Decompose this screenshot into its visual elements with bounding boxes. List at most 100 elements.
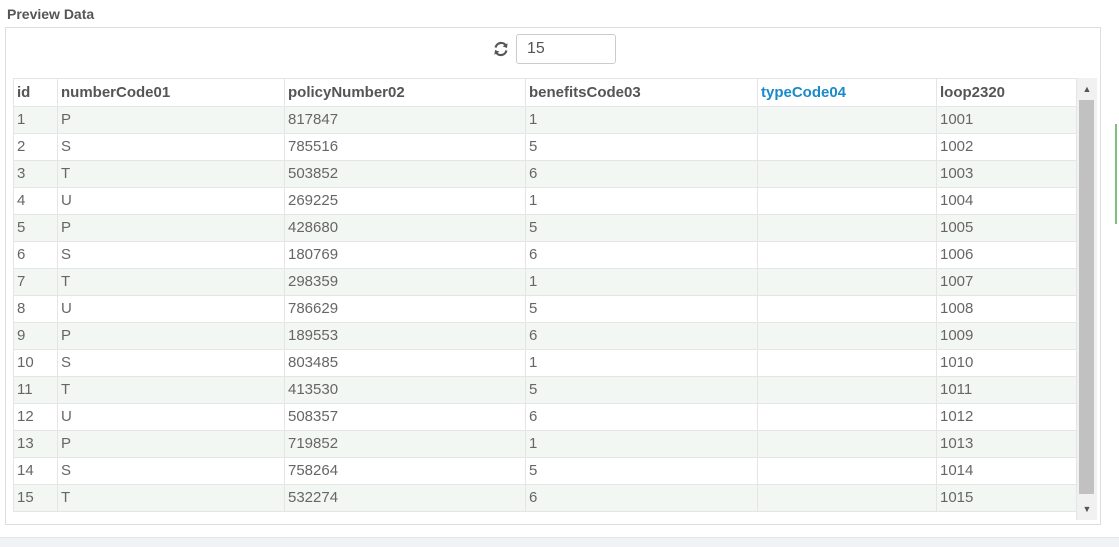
column-header-numbercode01[interactable]: numberCode01	[57, 79, 285, 107]
cell-loop2320: 1004	[936, 187, 1077, 215]
cell-id: 13	[13, 430, 58, 458]
cell-typecode04	[757, 349, 937, 377]
column-header-benefitscode03[interactable]: benefitsCode03	[525, 79, 758, 107]
cell-numbercode01: T	[57, 484, 285, 512]
cell-id: 5	[13, 214, 58, 242]
cell-loop2320: 1006	[936, 241, 1077, 269]
cell-benefitscode03: 1	[525, 268, 758, 296]
cell-policynumber02: 413530	[284, 376, 526, 404]
cell-id: 6	[13, 241, 58, 269]
cell-typecode04	[757, 214, 937, 242]
cell-typecode04	[757, 241, 937, 269]
preview-panel: idnumberCode01policyNumber02benefitsCode…	[5, 27, 1101, 525]
cell-benefitscode03: 1	[525, 106, 758, 134]
cell-numbercode01: S	[57, 241, 285, 269]
column-header-typecode04[interactable]: typeCode04	[757, 79, 937, 107]
cell-loop2320: 1007	[936, 268, 1077, 296]
cell-benefitscode03: 1	[525, 430, 758, 458]
cell-numbercode01: T	[57, 268, 285, 296]
cell-policynumber02: 269225	[284, 187, 526, 215]
cell-loop2320: 1015	[936, 484, 1077, 512]
cell-benefitscode03: 1	[525, 349, 758, 377]
cell-policynumber02: 508357	[284, 403, 526, 431]
cell-loop2320: 1001	[936, 106, 1077, 134]
cell-loop2320: 1013	[936, 430, 1077, 458]
cell-typecode04	[757, 484, 937, 512]
cell-loop2320: 1012	[936, 403, 1077, 431]
cell-policynumber02: 719852	[284, 430, 526, 458]
table-header-row: id numberCode01 policyNumber02 benefitsCode…	[13, 79, 1077, 107]
cell-numbercode01: S	[57, 349, 285, 377]
table-row[interactable]: 15 T 532274 6 1015	[13, 484, 1077, 512]
table-row[interactable]: 9 P 189553 6 1009	[13, 322, 1077, 350]
cell-loop2320: 1014	[936, 457, 1077, 485]
cell-numbercode01: T	[57, 160, 285, 188]
cell-benefitscode03: 6	[525, 403, 758, 431]
data-grid: id numberCode01 policyNumber02 benefitsCode…	[13, 78, 1097, 521]
vertical-scrollbar[interactable]: ▲ ▼	[1076, 78, 1097, 520]
table-row[interactable]: 12 U 508357 6 1012	[13, 403, 1077, 431]
table-row[interactable]: 2 S 785516 5 1002	[13, 133, 1077, 161]
preview-toolbar	[6, 34, 1100, 64]
cell-loop2320: 1003	[936, 160, 1077, 188]
preview-table: id numberCode01 policyNumber02 benefitsCode…	[13, 79, 1077, 512]
cell-numbercode01: U	[57, 403, 285, 431]
table-row[interactable]: 3 T 503852 6 1003	[13, 160, 1077, 188]
cell-benefitscode03: 6	[525, 322, 758, 350]
table-row[interactable]: 1 P 817847 1 1001	[13, 106, 1077, 134]
column-header-policynumber02[interactable]: policyNumber02	[284, 79, 526, 107]
cell-loop2320: 1002	[936, 133, 1077, 161]
section-title: Preview Data	[7, 6, 95, 22]
cell-policynumber02: 785516	[284, 133, 526, 161]
table-row[interactable]: 13 P 719852 1 1013	[13, 430, 1077, 458]
cell-loop2320: 1011	[936, 376, 1077, 404]
preview-page: Preview Data 15 id numberCode01 policyNu…	[0, 0, 1119, 547]
cell-id: 7	[13, 268, 58, 296]
cell-policynumber02: 180769	[284, 241, 526, 269]
cell-loop2320: 1010	[936, 349, 1077, 377]
cell-id: 2	[13, 133, 58, 161]
scroll-thumb[interactable]	[1079, 100, 1094, 494]
scroll-down-icon[interactable]: ▼	[1077, 500, 1097, 518]
cell-numbercode01: P	[57, 430, 285, 458]
table-row[interactable]: 4 U 269225 1 1004	[13, 187, 1077, 215]
scroll-up-icon[interactable]: ▲	[1077, 80, 1097, 98]
cell-policynumber02: 428680	[284, 214, 526, 242]
table-row[interactable]: 7 T 298359 1 1007	[13, 268, 1077, 296]
rows-count-input[interactable]	[516, 34, 616, 64]
table-row[interactable]: 5 P 428680 5 1005	[13, 214, 1077, 242]
refresh-icon[interactable]	[491, 39, 511, 59]
cell-policynumber02: 532274	[284, 484, 526, 512]
cell-id: 14	[13, 457, 58, 485]
cell-benefitscode03: 5	[525, 457, 758, 485]
cell-numbercode01: P	[57, 106, 285, 134]
cell-policynumber02: 817847	[284, 106, 526, 134]
cell-id: 10	[13, 349, 58, 377]
footer-strip	[0, 537, 1119, 547]
cell-typecode04	[757, 376, 937, 404]
table-row[interactable]: 8 U 786629 5 1008	[13, 295, 1077, 323]
cell-policynumber02: 189553	[284, 322, 526, 350]
cell-numbercode01: U	[57, 187, 285, 215]
cell-typecode04	[757, 295, 937, 323]
table-row[interactable]: 14 S 758264 5 1014	[13, 457, 1077, 485]
table-row[interactable]: 10 S 803485 1 1010	[13, 349, 1077, 377]
column-header-loop2320[interactable]: loop2320	[936, 79, 1077, 107]
cell-numbercode01: S	[57, 457, 285, 485]
cell-numbercode01: P	[57, 214, 285, 242]
cell-benefitscode03: 5	[525, 376, 758, 404]
cell-typecode04	[757, 457, 937, 485]
right-edge-accent	[1115, 124, 1117, 224]
table-row[interactable]: 11 T 413530 5 1011	[13, 376, 1077, 404]
cell-loop2320: 1009	[936, 322, 1077, 350]
table-body: 1 P 817847 1 1001 2 S 785516 5 1002 3 T 503852 6 1003 4…	[13, 106, 1077, 512]
cell-loop2320: 1008	[936, 295, 1077, 323]
cell-id: 12	[13, 403, 58, 431]
cell-benefitscode03: 5	[525, 295, 758, 323]
cell-id: 1	[13, 106, 58, 134]
column-header-id[interactable]: id	[13, 79, 58, 107]
cell-id: 11	[13, 376, 58, 404]
table-row[interactable]: 6 S 180769 6 1006	[13, 241, 1077, 269]
cell-typecode04	[757, 430, 937, 458]
cell-id: 9	[13, 322, 58, 350]
